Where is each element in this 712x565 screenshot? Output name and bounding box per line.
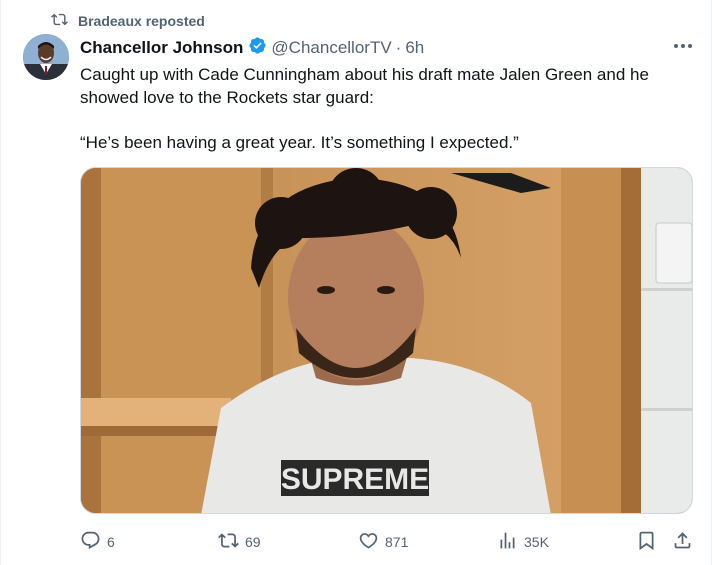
share-button[interactable] — [672, 530, 693, 554]
bookmark-button[interactable] — [636, 530, 657, 554]
repost-context[interactable]: Bradeaux reposted — [51, 11, 205, 31]
repost-label: Bradeaux reposted — [78, 13, 205, 29]
bookmark-icon — [636, 530, 657, 554]
views-count: 35K — [524, 534, 549, 550]
heart-icon — [358, 530, 379, 554]
repost-count: 69 — [245, 534, 261, 550]
tweet-text: Caught up with Cade Cunningham about his… — [80, 65, 649, 107]
tweet-card[interactable]: Bradeaux reposted Chancellor Johnson @Ch… — [0, 0, 712, 565]
shirt-print-text: SUPREME — [281, 463, 429, 496]
separator-dot: · — [395, 38, 402, 57]
like-count: 871 — [385, 534, 409, 550]
reply-button[interactable]: 6 — [80, 530, 115, 554]
repost-button[interactable]: 69 — [218, 530, 261, 554]
views-button[interactable]: 35K — [497, 530, 549, 554]
more-options-icon[interactable] — [669, 36, 697, 56]
author-name[interactable]: Chancellor Johnson — [80, 38, 243, 58]
repost-icon — [51, 11, 68, 31]
action-bar: 6 69 871 35K — [80, 530, 700, 556]
author-handle[interactable]: @ChancellorTV — [271, 38, 391, 58]
repost-icon — [218, 530, 239, 554]
reply-count: 6 — [107, 534, 115, 550]
share-icon — [672, 530, 693, 554]
tweet-quote: “He’s been having a great year. It’s som… — [80, 133, 519, 152]
views-icon — [497, 530, 518, 554]
timestamp[interactable]: 6h — [405, 38, 424, 58]
tweet-header: Chancellor Johnson @ChancellorTV · 6h — [80, 36, 424, 60]
like-button[interactable]: 871 — [358, 530, 408, 554]
reply-icon — [80, 530, 101, 554]
verified-badge-icon — [247, 36, 267, 60]
tweet-media-video[interactable]: SUPREME — [80, 167, 693, 514]
avatar[interactable] — [23, 34, 69, 80]
